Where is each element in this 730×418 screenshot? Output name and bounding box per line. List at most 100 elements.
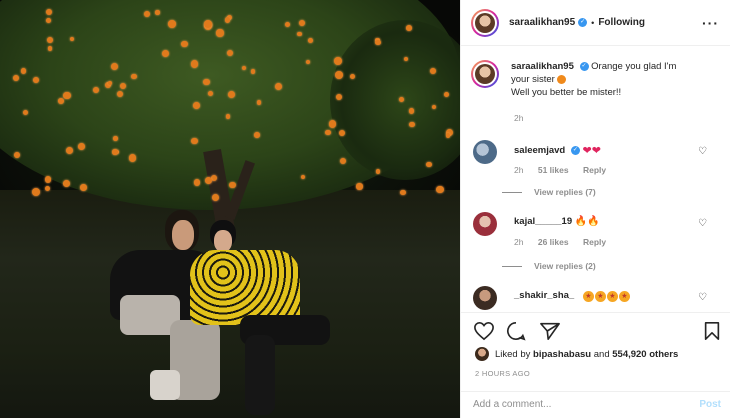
- commenter-username[interactable]: kajal_____19: [514, 216, 572, 227]
- orange-fruit: [44, 176, 51, 183]
- post-button[interactable]: Post: [699, 399, 721, 410]
- comment-icon[interactable]: [505, 321, 527, 341]
- author-username[interactable]: saraalikhan95: [509, 17, 575, 28]
- caption-avatar[interactable]: [471, 60, 499, 88]
- post-header: saraalikhan95 ✓ • Following ···: [461, 0, 730, 46]
- liked-by-others[interactable]: 554,920 others: [612, 349, 678, 360]
- post-photo[interactable]: [0, 0, 460, 418]
- orange-fruit: [13, 152, 20, 159]
- liked-by-user[interactable]: bipashabasu: [533, 349, 591, 360]
- orange-fruit: [32, 76, 39, 83]
- orange-fruit: [168, 20, 176, 28]
- orange-fruit: [193, 179, 200, 186]
- comment-likes[interactable]: 51 likes: [538, 165, 569, 175]
- comment-meta: 2h 51 likes Reply: [514, 165, 618, 175]
- liked-by-and: and: [593, 348, 610, 360]
- comment-likes[interactable]: 26 likes: [538, 237, 569, 247]
- reply-button[interactable]: Reply: [583, 237, 606, 247]
- orange-fruit: [307, 37, 313, 43]
- orange-fruit: [131, 73, 137, 80]
- bookmark-icon[interactable]: [703, 321, 721, 341]
- likes-summary[interactable]: Liked by bipashabasu and 554,920 others: [475, 347, 678, 361]
- orange-fruit: [256, 100, 262, 105]
- caption-line3: Well you better be mister!!: [511, 87, 622, 98]
- orange-fruit: [80, 184, 87, 191]
- orange-fruit: [32, 188, 40, 196]
- tangerine-emoji-icon: [557, 74, 567, 84]
- orange-fruit: [408, 107, 415, 114]
- orange-fruit: [335, 70, 343, 79]
- orange-fruit: [62, 180, 70, 187]
- commenter-avatar[interactable]: [473, 212, 497, 236]
- orange-fruit: [192, 102, 200, 109]
- add-comment-bar: Post: [461, 391, 730, 418]
- heart-outline-icon[interactable]: ♡: [698, 292, 707, 303]
- comment-body: kajal_____19 🔥🔥: [514, 216, 600, 227]
- comment-body: saleemjavd ✓ ❤❤: [514, 144, 601, 157]
- orange-fruit: [57, 98, 64, 104]
- orange-fruit: [216, 29, 224, 37]
- commenter-avatar[interactable]: [473, 140, 497, 164]
- orange-fruit: [399, 96, 404, 102]
- posted-time[interactable]: 2 HOURS AGO: [475, 369, 530, 378]
- orange-fruit: [112, 149, 118, 155]
- heart-emoji-icon: ❤❤: [582, 145, 601, 157]
- more-horizontal-icon[interactable]: ···: [702, 15, 719, 31]
- orange-fruit: [436, 185, 444, 194]
- orange-fruit: [334, 57, 343, 65]
- orange-fruit: [77, 142, 85, 150]
- verified-badge-icon: ✓: [578, 18, 588, 27]
- caption-text: saraalikhan95 ✓ Orange you glad I'm your…: [511, 60, 676, 99]
- comment-time: 2h: [514, 165, 524, 175]
- liker-avatar[interactable]: [475, 347, 489, 361]
- add-comment-input[interactable]: [473, 399, 673, 410]
- caption-username[interactable]: saraalikhan95: [511, 61, 574, 72]
- fire-emoji-icon: 🔥🔥: [574, 216, 600, 227]
- person-right: [190, 220, 350, 415]
- orange-fruit: [328, 119, 337, 128]
- orange-fruit: [443, 91, 449, 97]
- view-replies-label: View replies (7): [534, 187, 596, 197]
- commenter-avatar[interactable]: [473, 286, 497, 310]
- orange-fruit: [22, 109, 28, 115]
- like-heart-icon[interactable]: [473, 321, 495, 341]
- verified-badge-icon: ✓: [570, 146, 580, 155]
- orange-fruit: [356, 183, 363, 190]
- orange-fruit: [375, 169, 381, 174]
- caption-line2: your sister: [511, 74, 555, 85]
- orange-fruit: [155, 10, 160, 15]
- orange-fruit: [325, 129, 331, 135]
- follow-separator: •: [591, 17, 595, 28]
- view-replies-button[interactable]: View replies (2): [502, 261, 596, 271]
- star-struck-emoji-icon: ★ ★ ★ ★: [582, 290, 631, 302]
- post-actions: Liked by bipashabasu and 554,920 others …: [461, 312, 730, 418]
- following-button[interactable]: Following: [598, 17, 645, 28]
- orange-fruit: [190, 60, 198, 68]
- post-sidebar: saraalikhan95 ✓ • Following ··· saraalik…: [460, 0, 730, 418]
- orange-fruit: [400, 189, 406, 196]
- orange-fruit: [338, 129, 346, 137]
- reply-button[interactable]: Reply: [583, 165, 606, 175]
- commenter-username[interactable]: _shakir_sha_: [514, 290, 574, 301]
- orange-fruit: [161, 50, 169, 58]
- caption: saraalikhan95 ✓ Orange you glad I'm your…: [471, 60, 721, 99]
- comment-time: 2h: [514, 237, 524, 247]
- caption-time: 2h: [514, 113, 524, 123]
- orange-fruit: [254, 132, 260, 138]
- heart-outline-icon[interactable]: ♡: [698, 146, 707, 157]
- comment-body: _shakir_sha_ ★ ★ ★ ★: [514, 290, 631, 302]
- author-avatar[interactable]: [471, 8, 499, 37]
- orange-fruit: [225, 114, 231, 119]
- share-icon[interactable]: [539, 321, 561, 341]
- heart-outline-icon[interactable]: ♡: [698, 218, 707, 229]
- view-replies-button[interactable]: View replies (7): [502, 187, 596, 197]
- orange-fruit: [375, 39, 381, 46]
- comment-meta: 2h 26 likes Reply: [514, 237, 618, 247]
- orange-fruit: [203, 78, 210, 85]
- orange-fruit: [406, 25, 412, 32]
- orange-fruit: [340, 157, 347, 164]
- orange-fruit: [426, 161, 432, 168]
- commenter-username[interactable]: saleemjavd: [514, 145, 565, 156]
- verified-badge-icon: ✓: [579, 61, 589, 71]
- orange-fruit: [20, 68, 27, 74]
